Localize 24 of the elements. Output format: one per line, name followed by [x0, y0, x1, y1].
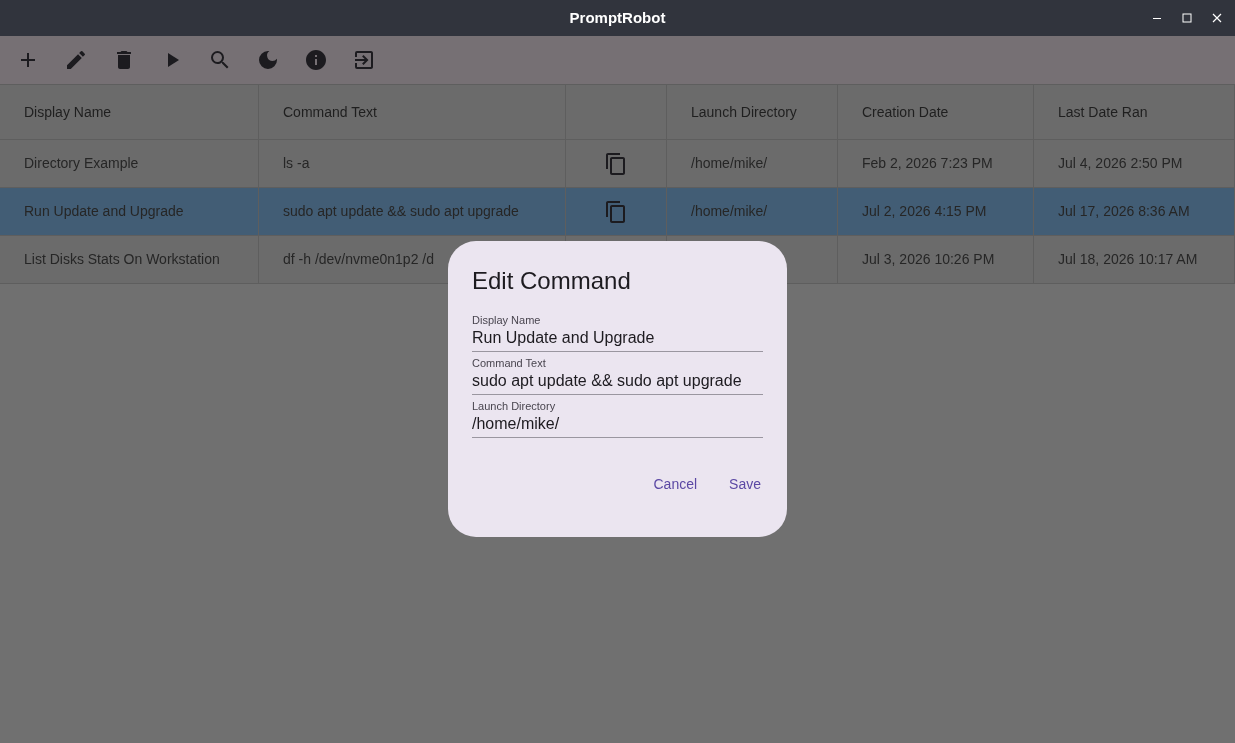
- table-cell-text: Directory Example: [24, 154, 139, 173]
- table-cell-text: /home/mike/: [691, 154, 768, 173]
- table-cell-text: Feb 2, 2026 7:23 PM: [862, 154, 993, 173]
- field-label: Display Name: [472, 313, 542, 327]
- table-cell-text: Jul 3, 2026 10:26 PM: [862, 250, 995, 269]
- table-cell-text: Jul 4, 2026 2:50 PM: [1058, 154, 1183, 173]
- column-header: Last Date Ran: [1058, 102, 1148, 122]
- table-cell-text: Jul 17, 2026 8:36 AM: [1058, 202, 1190, 221]
- column-header: Display Name: [24, 102, 112, 122]
- table-cell-text: List Disks Stats On Workstation: [24, 250, 220, 269]
- dialog-title: Edit Command: [472, 266, 632, 296]
- column-header: Creation Date: [862, 102, 949, 122]
- table-cell-text: Jul 18, 2026 10:17 AM: [1058, 250, 1198, 269]
- table-cell-text: Run Update and Upgrade: [24, 202, 184, 221]
- table-cell-text: ls -a: [283, 154, 310, 173]
- column-header: Command Text: [283, 102, 377, 122]
- field-label: Command Text: [472, 356, 547, 370]
- table-cell-text: df -h /dev/nvme0n1p2 /d: [283, 250, 434, 269]
- table-cell-text: Jul 2, 2026 4:15 PM: [862, 202, 987, 221]
- column-header: Launch Directory: [691, 102, 797, 122]
- table-cell-text: sudo apt update && sudo apt upgrade: [283, 202, 519, 221]
- field-label: Launch Directory: [472, 399, 557, 413]
- window-title: PromptRobot: [569, 7, 666, 28]
- table-cell-text: /home/mike/: [691, 202, 768, 221]
